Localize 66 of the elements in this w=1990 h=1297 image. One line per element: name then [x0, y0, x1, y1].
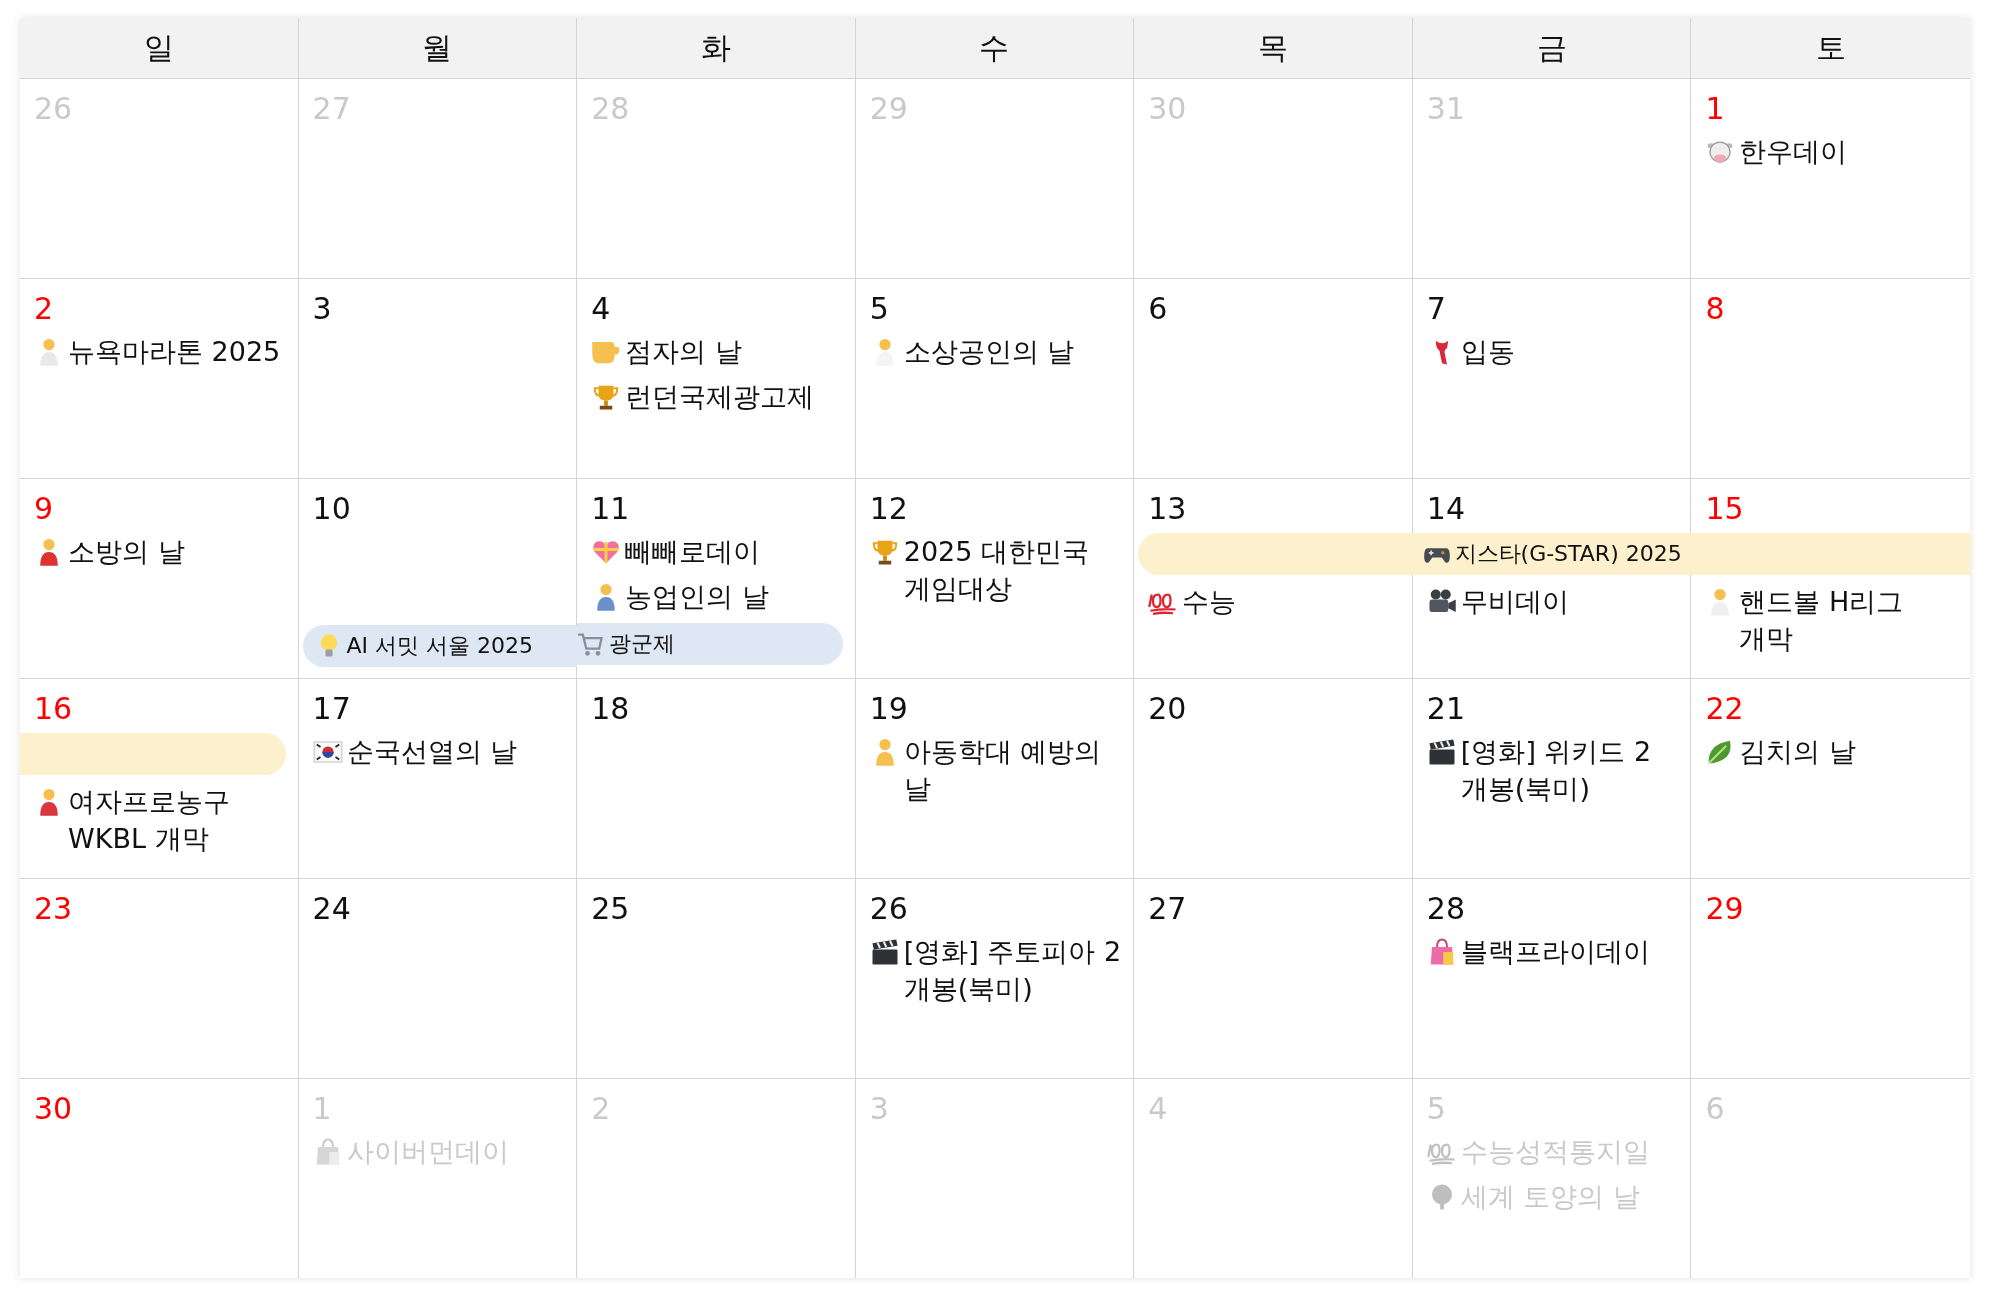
- date-number: 29: [1705, 890, 1744, 928]
- date-number: 23: [34, 890, 73, 928]
- event-title[interactable]: 핸드볼 H리그 개막: [1739, 583, 1958, 657]
- date-number: 8: [1705, 290, 1725, 328]
- date-number: 5: [869, 290, 889, 328]
- event-title: 광군제: [609, 630, 676, 658]
- date-number: 21: [1426, 690, 1466, 728]
- event-bar[interactable]: [20, 733, 286, 775]
- event-bar[interactable]: [1691, 533, 1971, 575]
- date-number: 20: [1148, 690, 1187, 728]
- event-title[interactable]: [영화] 위키드 2 개봉(북미): [1460, 733, 1679, 807]
- weekday-header: 일: [20, 18, 299, 78]
- date-number: 12: [869, 490, 908, 528]
- date-number: 26: [869, 890, 908, 928]
- event-bar[interactable]: AI 서밋 서울 2025: [302, 625, 578, 667]
- weekday-header: 토: [1814, 28, 1847, 67]
- event-title: AI 서밋 서울 2025: [346, 632, 534, 660]
- weekday-header: 화: [577, 18, 856, 78]
- weekday-header: 월: [298, 18, 578, 78]
- date-number: 3: [312, 290, 332, 328]
- date-number: 11: [591, 490, 630, 528]
- date-number: 1: [1705, 90, 1725, 128]
- event-title[interactable]: 2025 대한민국 게임대상: [903, 533, 1122, 607]
- date-number: 28: [1426, 890, 1466, 928]
- event-title[interactable]: 뉴욕마라톤 2025: [68, 333, 281, 370]
- date-number: 4: [591, 290, 611, 328]
- event-bar[interactable]: [1138, 533, 1413, 575]
- date-number: 25: [591, 890, 630, 928]
- event-bar[interactable]: 지스타(G-STAR) 2025: [1412, 533, 1692, 575]
- event-title[interactable]: 소상공인의 날: [903, 333, 1075, 370]
- date-number: 9: [34, 490, 54, 528]
- date-number: 14: [1426, 490, 1466, 528]
- date-number: 17: [312, 690, 351, 728]
- date-number: 7: [1426, 290, 1446, 328]
- event-title[interactable]: [영화] 주토피아 2 개봉(북미): [903, 933, 1122, 1007]
- weekday-header: 수: [855, 18, 1135, 78]
- event-title[interactable]: 여자프로농구 WKBL 개막: [68, 783, 286, 857]
- date-number: 6: [1148, 290, 1168, 328]
- event-title[interactable]: 김치의 날: [1739, 733, 1856, 770]
- event-title[interactable]: 순국선열의 날: [346, 733, 518, 770]
- event-title[interactable]: 블랙프라이데이: [1460, 933, 1650, 970]
- event-title[interactable]: 소방의 날: [68, 533, 185, 570]
- event-title: 지스타(G-STAR) 2025: [1454, 540, 1682, 568]
- date-number: 22: [1705, 690, 1744, 728]
- event-title[interactable]: 한우데이: [1739, 133, 1848, 170]
- date-number: 16: [34, 690, 73, 728]
- weekday-header: 목: [1134, 18, 1413, 78]
- date-number: 24: [312, 890, 351, 928]
- date-number: 15: [1705, 490, 1744, 528]
- event-title[interactable]: 농업인의 날: [625, 578, 769, 615]
- date-number: 13: [1148, 490, 1187, 528]
- event-bar[interactable]: 광군제: [577, 623, 843, 665]
- date-number: 10: [312, 490, 351, 528]
- date-number: 19: [869, 690, 908, 728]
- date-number: 27: [1148, 890, 1187, 928]
- date-number: 18: [591, 690, 630, 728]
- weekday-header: 금: [1412, 18, 1692, 78]
- event-title[interactable]: 수능: [1182, 583, 1237, 620]
- event-title[interactable]: 빼빼로데이: [625, 533, 761, 570]
- event-title[interactable]: 런던국제광고제: [625, 378, 815, 415]
- event-title[interactable]: 무비데이: [1460, 583, 1569, 620]
- event-title[interactable]: 점자의 날: [625, 333, 742, 370]
- date-number: 30: [34, 1090, 73, 1128]
- event-title[interactable]: 아동학대 예방의 날: [903, 733, 1122, 807]
- date-number: 2: [34, 290, 54, 328]
- event-title[interactable]: 입동: [1460, 333, 1515, 370]
